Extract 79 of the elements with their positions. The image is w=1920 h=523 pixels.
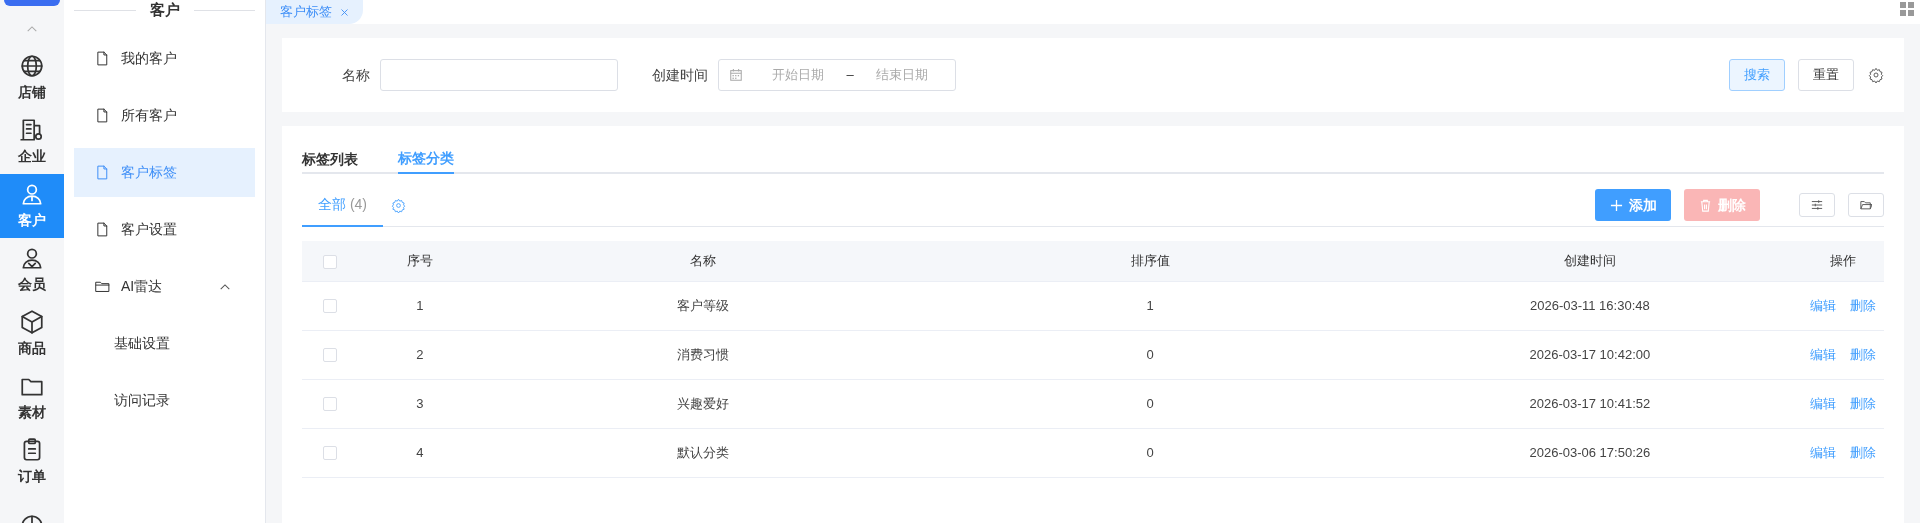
table-cell: 客户等级 <box>676 297 729 313</box>
end-date-field[interactable]: 结束日期 <box>864 64 941 86</box>
table-cell: 0 <box>1146 346 1154 362</box>
checkbox[interactable] <box>322 348 337 363</box>
start-date-field[interactable]: 开始日期 <box>760 64 836 86</box>
checkbox[interactable] <box>322 254 337 269</box>
table-cell: 2026-03-17 10:41:52 <box>1529 395 1651 411</box>
menu-item[interactable]: 客户标签 <box>74 148 255 197</box>
checkbox[interactable] <box>322 397 337 412</box>
column-header: 创建时间 <box>1563 253 1616 268</box>
rail-item[interactable]: 客户 <box>0 173 64 238</box>
checkbox[interactable] <box>322 299 337 314</box>
table-cell: 1 <box>1146 297 1154 313</box>
plus-icon <box>1609 198 1623 212</box>
trash-icon <box>1698 198 1712 212</box>
checkbox[interactable] <box>322 446 337 461</box>
settings-icon[interactable] <box>1868 67 1884 83</box>
tab[interactable]: 标签列表 <box>302 144 358 174</box>
date-range-field[interactable]: 开始日期 – 结束日期 <box>718 59 956 91</box>
settings-icon[interactable] <box>391 197 406 213</box>
rail-item[interactable]: 店铺 <box>0 45 64 110</box>
rail-item[interactable]: 企业 <box>0 109 64 174</box>
action-link[interactable]: 删除 <box>1850 444 1876 460</box>
column-header: 序号 <box>406 253 433 268</box>
action-link[interactable]: 编辑 <box>1810 346 1836 362</box>
menu-item[interactable]: 所有客户 <box>74 91 255 140</box>
table-cell: 0 <box>1146 395 1154 411</box>
action-link[interactable]: 编辑 <box>1810 444 1836 460</box>
menu-item[interactable]: 我的客户 <box>74 34 255 83</box>
column-header: 操作 <box>1830 253 1856 268</box>
reset-button[interactable]: 重置 <box>1798 59 1854 91</box>
menu-item[interactable]: 访问记录 <box>74 376 255 425</box>
table-cell: 2 <box>416 346 424 362</box>
grid-icon[interactable] <box>1900 2 1914 16</box>
close-icon <box>340 7 349 17</box>
box-icon <box>19 308 45 335</box>
field-label: 名称 <box>342 65 370 85</box>
action-link[interactable]: 删除 <box>1850 346 1876 362</box>
globe-icon <box>19 52 45 79</box>
table-cell: 4 <box>416 444 424 460</box>
rail-item[interactable]: 素材 <box>0 365 64 430</box>
range-separator: – <box>846 66 854 85</box>
table-cell: 1 <box>416 297 424 313</box>
rail-top-button[interactable] <box>4 0 60 6</box>
action-link[interactable]: 删除 <box>1850 395 1876 411</box>
tab[interactable]: 标签分类 <box>398 144 454 174</box>
action-link[interactable]: 删除 <box>1850 297 1876 313</box>
add-button[interactable]: 添加 <box>1595 189 1671 221</box>
table-cell: 3 <box>416 395 424 411</box>
action-link[interactable]: 编辑 <box>1810 395 1836 411</box>
column-settings-button[interactable] <box>1799 193 1835 217</box>
action-link[interactable]: 编辑 <box>1810 297 1836 313</box>
column-header: 名称 <box>689 253 716 268</box>
table-cell: 消费习惯 <box>676 346 729 362</box>
caret-icon <box>26 24 38 33</box>
folder-icon <box>1860 199 1872 211</box>
table-cell: 兴趣爱好 <box>676 395 729 411</box>
rail-item[interactable]: 商品 <box>0 301 64 366</box>
folder-button[interactable] <box>1848 193 1884 217</box>
rail-item[interactable]: 会员 <box>0 237 64 302</box>
name-input-field[interactable] <box>380 59 618 91</box>
sliders-icon <box>1811 199 1823 211</box>
table-cell: 2026-03-06 17:50:26 <box>1529 444 1651 460</box>
column-header: 排序值 <box>1130 253 1170 268</box>
field-label: 创建时间 <box>652 65 708 85</box>
submenu-title: 客户 <box>149 0 180 20</box>
menu-item[interactable]: 客户设置 <box>74 205 255 254</box>
table-cell: 0 <box>1146 444 1154 460</box>
tab[interactable]: 全部 (4) <box>302 184 383 227</box>
building-gear-icon <box>19 116 45 143</box>
menu-item[interactable]: AI雷达 <box>74 262 255 311</box>
table-cell: 2026-03-11 16:30:48 <box>1529 297 1650 313</box>
table-cell: 2026-03-17 10:42:00 <box>1529 346 1651 362</box>
search-button[interactable]: 搜索 <box>1729 59 1785 91</box>
page-tab[interactable]: 客户标签 <box>266 0 363 24</box>
rail-item[interactable]: 订单 <box>0 429 64 494</box>
menu-item[interactable]: 基础设置 <box>74 319 255 368</box>
table-cell: 默认分类 <box>676 444 729 460</box>
calendar-icon <box>729 68 743 82</box>
